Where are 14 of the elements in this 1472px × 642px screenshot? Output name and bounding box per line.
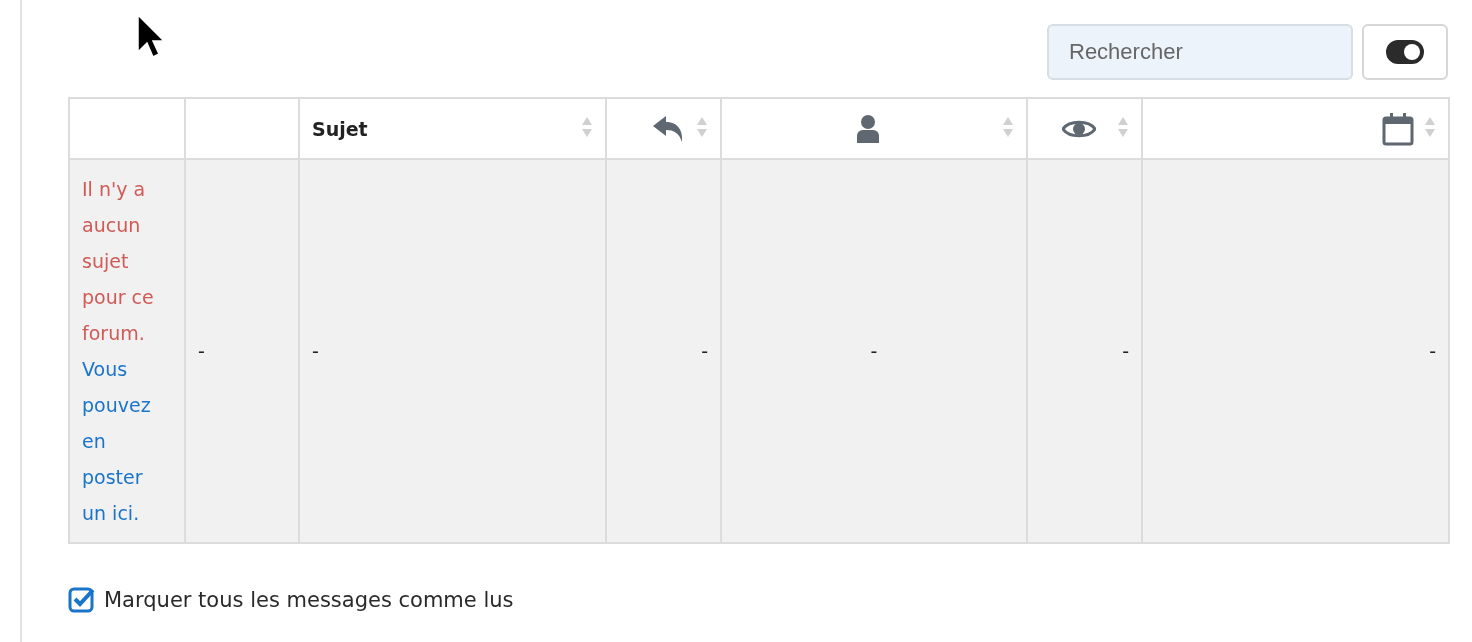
checkbox[interactable] <box>68 586 96 614</box>
post-topic-link[interactable]: Vous pouvez en poster un ici. <box>82 351 172 531</box>
table-cell: - <box>701 340 708 362</box>
empty-message: Il n'y a aucun sujet pour ce forum. <box>82 177 155 346</box>
table-cell: - <box>1122 340 1129 362</box>
table-cell: - <box>198 340 205 362</box>
user-icon <box>856 113 880 144</box>
toggle-button[interactable] <box>1362 24 1448 80</box>
table-cell: - <box>1429 340 1436 362</box>
checkbox-label: Marquer tous les messages comme lus <box>104 588 514 612</box>
calendar-icon <box>1382 111 1414 146</box>
table-cell: - <box>312 340 319 362</box>
search-field[interactable]: Rechercher <box>1047 24 1353 80</box>
table-cell: - <box>870 340 878 362</box>
